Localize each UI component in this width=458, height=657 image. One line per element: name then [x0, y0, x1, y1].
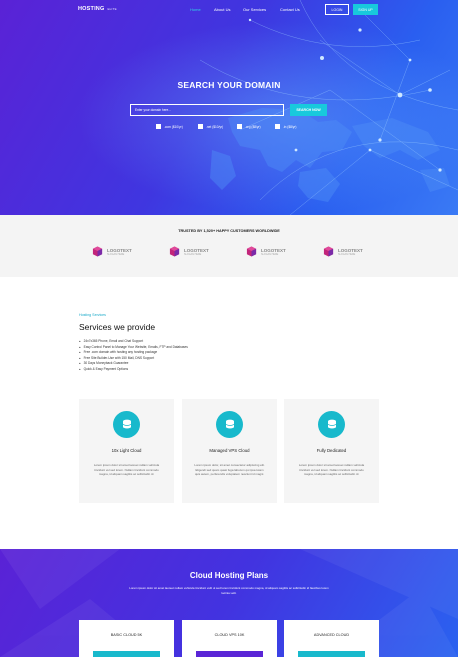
card-title: Managed VPS Cloud — [209, 448, 250, 453]
cloud-hosting-section: Cloud Hosting Plans Lorem ipsum dolor si… — [0, 549, 458, 657]
card-description: Lorem ipsum dolor sit amet laoreet nulla… — [298, 463, 365, 477]
cube-logo-icon — [323, 246, 334, 257]
service-card-dedicated[interactable]: Fully Dedicated Lorem ipsum dolor sit am… — [284, 399, 379, 503]
signup-button[interactable]: SIGN UP — [353, 4, 378, 15]
login-button[interactable]: LOGIN — [325, 4, 349, 15]
trusted-by-section: TRUSTED BY 1,520+ HAPPY CUSTOMERS WORLDW… — [0, 215, 458, 277]
card-description: Lorem ipsum dolor sit amet laoreet nulla… — [93, 463, 160, 477]
logo-name: LOGOTEXT — [338, 247, 363, 253]
cube-logo-icon — [169, 246, 180, 257]
hero-section: HOSTING ELITE Home About Us Our Services … — [0, 0, 458, 215]
logo-tagline: SLOGAN HERE — [261, 252, 279, 256]
tld-option-in[interactable]: .in ($8/yr) — [275, 124, 296, 129]
checkbox[interactable] — [198, 124, 203, 129]
cloud-plans-description: Lorem ipsum dolor sit amet laoreet nulla… — [129, 586, 329, 595]
brand-logo-subtext: ELITE — [107, 7, 117, 11]
database-icon — [216, 411, 243, 438]
nav-link-about[interactable]: About Us — [214, 7, 230, 12]
logo-name: LOGOTEXT — [261, 247, 286, 253]
brand-logo-text: HOSTING — [78, 6, 105, 12]
checkbox[interactable] — [237, 124, 242, 129]
list-item: Quick & Easy Payment Options — [79, 367, 188, 373]
plan-header-bar — [298, 651, 365, 657]
hero-title: SEARCH YOUR DOMAIN — [177, 80, 281, 90]
domain-search-input[interactable]: Enter your domain here... — [130, 104, 284, 116]
logo-tagline: SLOGAN HERE — [184, 252, 202, 256]
plan-name: BASIC CLOUD 5K — [110, 633, 143, 637]
services-title: Services we provide — [79, 322, 156, 332]
tld-option-org[interactable]: .org ($8/yr) — [237, 124, 261, 129]
plan-header-bar — [93, 651, 160, 657]
nav-link-home[interactable]: Home — [190, 7, 201, 12]
tld-label: .org ($8/yr) — [245, 124, 261, 129]
plan-card-basic[interactable]: BASIC CLOUD 5K — [79, 620, 174, 657]
tld-label: .net ($10/yr) — [206, 124, 224, 129]
card-title: Fully Dedicated — [316, 448, 347, 453]
client-logo: LOGOTEXT SLOGAN HERE — [323, 246, 363, 257]
plan-name: ADVANCED CLOUD — [313, 633, 350, 637]
tld-label: .in ($8/yr) — [283, 124, 297, 129]
tld-option-net[interactable]: .net ($10/yr) — [198, 124, 223, 129]
plan-name: CLOUD VPS 10K — [214, 633, 245, 637]
top-navbar: HOSTING ELITE Home About Us Our Services … — [0, 0, 458, 20]
logo-tagline: SLOGAN HERE — [107, 252, 125, 256]
nav-link-contact[interactable]: Contact Us — [280, 7, 300, 12]
logo-tagline: SLOGAN HERE — [338, 252, 356, 256]
nav-link-services[interactable]: Our Services — [243, 7, 266, 12]
logo-name: LOGOTEXT — [107, 247, 132, 253]
tld-option-com[interactable]: .com ($10/yr) — [156, 124, 183, 129]
plan-header-bar — [196, 651, 263, 657]
trusted-title: TRUSTED BY 1,520+ HAPPY CUSTOMERS WORLDW… — [178, 229, 280, 233]
service-card-light-cloud[interactable]: 10x Light Cloud Lorem ipsum dolor sit am… — [79, 399, 174, 503]
tld-label: .com ($10/yr) — [164, 124, 183, 129]
services-eyebrow: Hosting Services — [79, 313, 106, 317]
cube-logo-icon — [246, 246, 257, 257]
plan-card-advanced[interactable]: ADVANCED CLOUD — [284, 620, 379, 657]
card-description: Lorem ipsum dolor, sit amet consectetur … — [194, 463, 265, 477]
client-logo: LOGOTEXT SLOGAN HERE — [169, 246, 209, 257]
logo-name: LOGOTEXT — [184, 247, 209, 253]
checkbox[interactable] — [275, 124, 280, 129]
card-title: 10x Light Cloud — [111, 448, 142, 453]
cloud-plans-title: Cloud Hosting Plans — [189, 571, 269, 580]
brand-logo[interactable]: HOSTING ELITE — [78, 6, 117, 12]
search-now-button[interactable]: SEARCH NOW — [290, 104, 327, 116]
cube-logo-icon — [92, 246, 103, 257]
services-feature-list: 24x7x365 Phone, Email and Chat Support E… — [79, 339, 188, 373]
database-icon — [318, 411, 345, 438]
client-logo: LOGOTEXT SLOGAN HERE — [246, 246, 286, 257]
database-icon — [113, 411, 140, 438]
client-logo: LOGOTEXT SLOGAN HERE — [92, 246, 132, 257]
checkbox[interactable] — [156, 124, 161, 129]
plan-card-vps[interactable]: CLOUD VPS 10K — [182, 620, 277, 657]
service-card-managed-vps[interactable]: Managed VPS Cloud Lorem ipsum dolor, sit… — [182, 399, 277, 503]
